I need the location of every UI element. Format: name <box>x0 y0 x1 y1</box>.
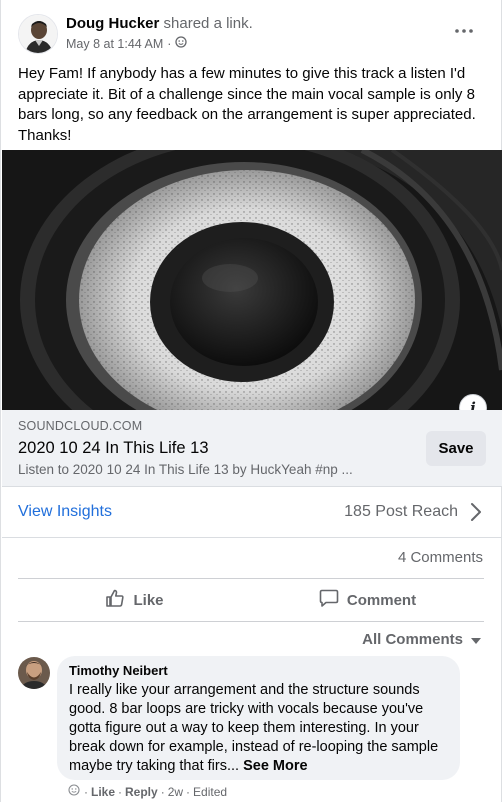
comments-count[interactable]: 4 Comments <box>398 549 483 566</box>
chevron-right-icon[interactable] <box>470 502 482 527</box>
post-text: Hey Fam! If anybody has a few minutes to… <box>18 65 476 144</box>
separator: · <box>84 784 88 799</box>
post-action-text: shared a link. <box>163 15 253 32</box>
separator: · <box>160 784 165 799</box>
separator: · <box>186 784 191 799</box>
comment-label: Comment <box>346 591 417 609</box>
author-avatar[interactable] <box>18 14 58 54</box>
link-preview[interactable]: SOUNDCLOUD.COM 2020 10 24 In This Life 1… <box>2 410 502 487</box>
more-options-icon[interactable] <box>451 18 477 44</box>
comment-edited: Edited <box>193 784 228 799</box>
post-header: Doug Hucker shared a link. May 8 at 1:44… <box>18 12 489 58</box>
comment-actions: · Like · Reply · 2w · Edited <box>67 784 227 799</box>
meta-separator: · <box>167 36 172 51</box>
post-reach[interactable]: 185 Post Reach <box>344 503 458 521</box>
comment-button[interactable]: Comment <box>251 579 484 621</box>
separator: · <box>118 784 123 799</box>
comments-filter-dropdown[interactable]: All Comments <box>362 631 481 648</box>
comment-reply-button[interactable]: Reply <box>125 785 158 799</box>
comment-time[interactable]: 2w <box>168 785 183 799</box>
link-domain: SOUNDCLOUD.COM <box>18 419 143 433</box>
thumbs-up-icon <box>105 588 125 612</box>
commenter-name[interactable]: Timothy Neibert <box>69 663 448 679</box>
comment-bubble: Timothy Neibert I really like your arran… <box>57 656 460 780</box>
like-button[interactable]: Like <box>18 579 251 621</box>
comment-like-button[interactable]: Like <box>91 785 115 799</box>
comment-text: I really like your arrangement and the s… <box>69 681 448 776</box>
post-card: Doug Hucker shared a link. May 8 at 1:44… <box>0 0 502 802</box>
see-more-link[interactable]: See More <box>243 758 307 774</box>
like-label: Like <box>133 591 164 609</box>
view-insights-link[interactable]: View Insights <box>18 503 112 521</box>
author-name[interactable]: Doug Hucker <box>66 15 159 32</box>
post-meta: May 8 at 1:44 AM · <box>66 36 188 51</box>
commenter-avatar[interactable] <box>18 657 50 689</box>
link-preview-image[interactable] <box>2 150 502 410</box>
reaction-icon[interactable] <box>67 784 81 799</box>
link-description: Listen to 2020 10 24 In This Life 13 by … <box>18 462 353 477</box>
insights-bar: View Insights 185 Post Reach <box>2 488 502 538</box>
author-line: Doug Hucker shared a link. <box>66 15 253 32</box>
save-button[interactable]: Save <box>426 431 486 466</box>
comments-filter-label: All Comments <box>362 631 463 648</box>
post-timestamp[interactable]: May 8 at 1:44 AM <box>66 37 163 51</box>
link-title[interactable]: 2020 10 24 In This Life 13 <box>18 439 209 458</box>
action-bar: Like Comment <box>18 578 484 622</box>
comment-bubble-icon <box>319 588 339 612</box>
audience-icon[interactable] <box>175 36 188 51</box>
caret-down-icon <box>471 631 481 648</box>
